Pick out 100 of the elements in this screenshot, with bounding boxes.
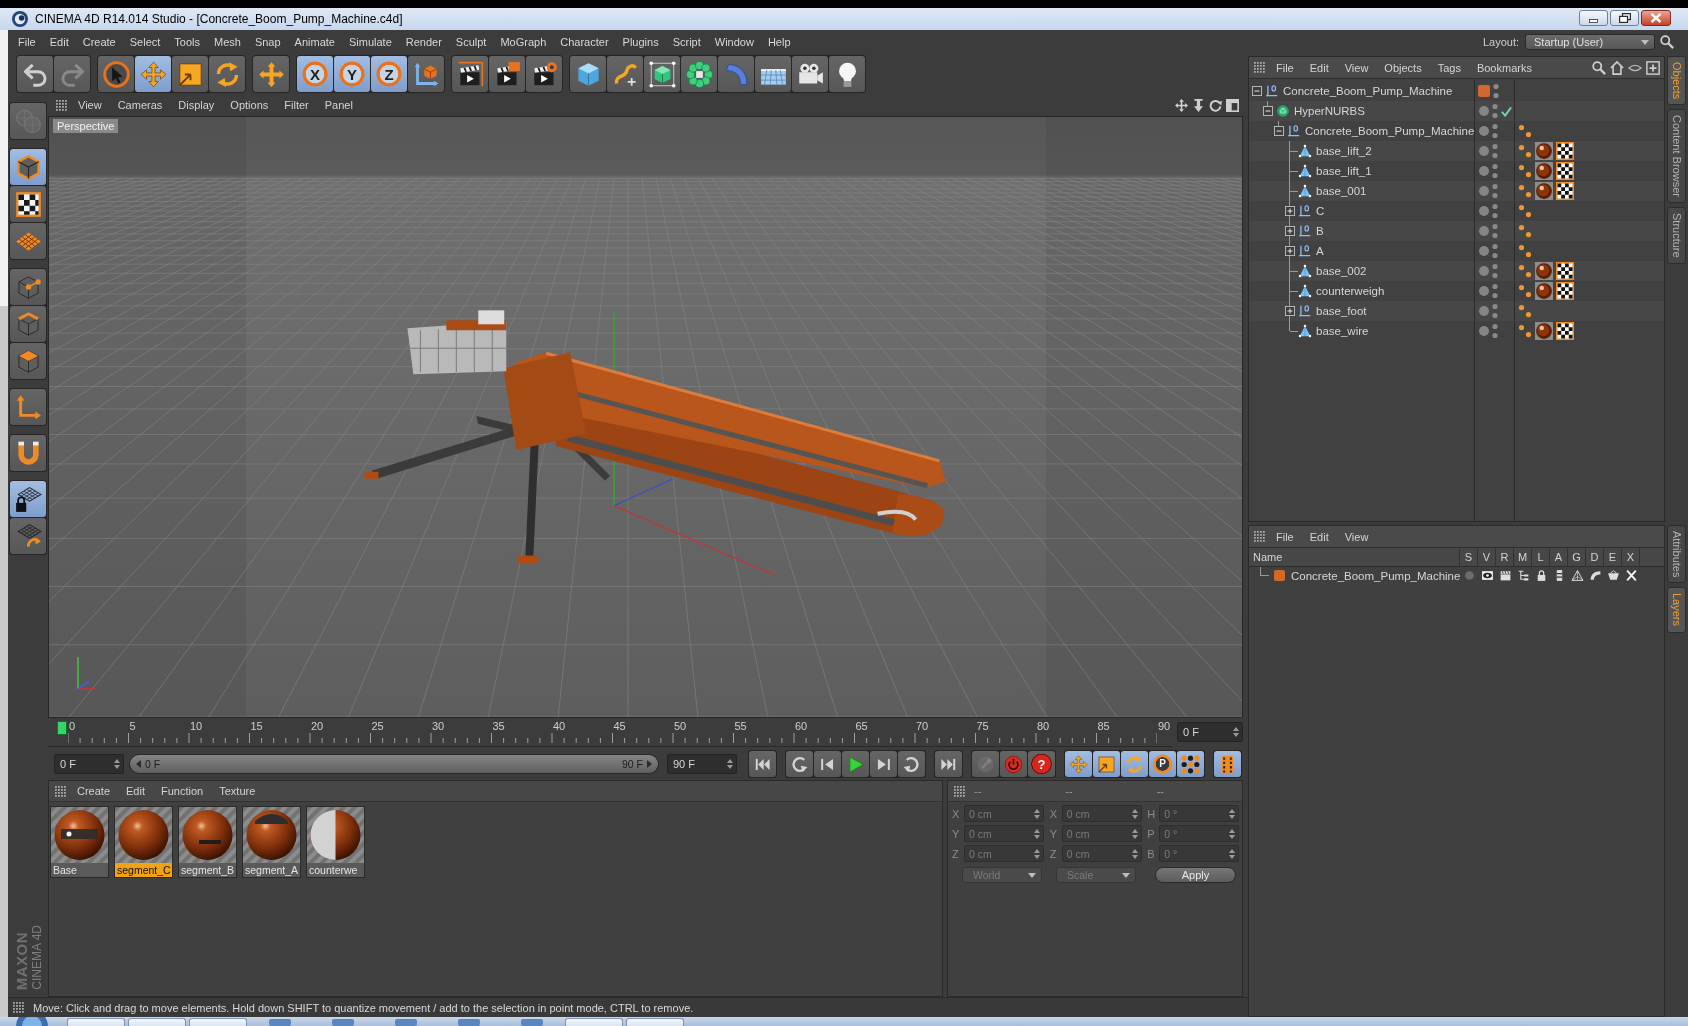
layer-dot-icon[interactable]: [1479, 246, 1489, 256]
subdivision-button[interactable]: [644, 56, 680, 92]
menu-item[interactable]: Tools: [167, 36, 207, 48]
menu-item[interactable]: Simulate: [341, 36, 399, 48]
visibility-dots-icon[interactable]: [1492, 203, 1498, 219]
menu-item[interactable]: Script: [665, 36, 708, 48]
phong-tag-icon[interactable]: [1518, 164, 1532, 178]
model-mode-button[interactable]: [10, 149, 46, 185]
material-tile[interactable]: segment_B: [178, 806, 237, 878]
side-tab[interactable]: Objects: [1667, 56, 1686, 106]
selection-tool-button[interactable]: [98, 56, 134, 92]
menu-item[interactable]: Create: [69, 785, 119, 797]
side-tab[interactable]: Structure: [1667, 207, 1686, 264]
menu-item[interactable]: Tags: [1429, 61, 1469, 74]
menu-item[interactable]: View: [1336, 61, 1377, 74]
phong-tag-icon[interactable]: [1518, 144, 1532, 158]
menu-item[interactable]: Window: [707, 36, 761, 48]
material-tile[interactable]: segment_C: [114, 806, 173, 878]
phong-tag-icon[interactable]: [1518, 324, 1532, 338]
layer-dot-icon[interactable]: [1479, 306, 1489, 316]
menu-item[interactable]: Edit: [1301, 530, 1337, 543]
menu-item[interactable]: Panel: [316, 99, 361, 111]
view-layout-icon[interactable]: [1226, 98, 1239, 112]
layer-row[interactable]: Concrete_Boom_Pump_Machine: [1249, 567, 1664, 584]
layer-dot-icon[interactable]: [1479, 286, 1489, 296]
spin-arrows-icon[interactable]: [727, 759, 733, 769]
render-picture-button[interactable]: [489, 56, 525, 92]
tool-button[interactable]: [253, 56, 289, 92]
column-header[interactable]: V: [1478, 548, 1496, 566]
object-row[interactable]: base_lift_1: [1249, 161, 1664, 181]
column-header[interactable]: G: [1568, 548, 1586, 566]
layer-dot-icon[interactable]: [1479, 106, 1489, 116]
workplane-lock-button[interactable]: [10, 481, 46, 517]
menu-item[interactable]: Animate: [287, 36, 342, 48]
taskbar-button[interactable]: [128, 1018, 186, 1026]
clapperboard-icon[interactable]: [1498, 569, 1512, 582]
menu-item[interactable]: File: [1268, 530, 1302, 543]
key-pla-button[interactable]: [1177, 751, 1204, 777]
key-scale-button[interactable]: [1093, 751, 1120, 777]
start-button-icon[interactable]: [16, 1017, 48, 1026]
menu-item[interactable]: Function: [153, 785, 212, 797]
column-header[interactable]: A: [1550, 548, 1568, 566]
visibility-dots-icon[interactable]: [1493, 83, 1499, 99]
menu-item[interactable]: Edit: [42, 36, 76, 48]
visibility-dots-icon[interactable]: [1492, 263, 1498, 279]
material-tag-icon[interactable]: [1535, 282, 1553, 300]
axis-lock-button[interactable]: Z: [371, 56, 407, 92]
search-icon[interactable]: [1660, 35, 1674, 49]
phong-tag-icon[interactable]: [1518, 244, 1532, 258]
object-row[interactable]: base_foot: [1249, 301, 1664, 321]
expand-toggle-icon[interactable]: [1263, 106, 1273, 116]
texture-tag-icon[interactable]: [1556, 162, 1574, 180]
visibility-dots-icon[interactable]: [1492, 303, 1498, 319]
object-row[interactable]: base_lift_2: [1249, 141, 1664, 161]
taskbar-button[interactable]: [565, 1018, 623, 1026]
object-row[interactable]: B: [1249, 221, 1664, 241]
column-header[interactable]: X: [1622, 548, 1640, 566]
home-icon[interactable]: [1610, 60, 1624, 75]
grip-icon[interactable]: [1254, 531, 1265, 542]
texture-tag-icon[interactable]: [1556, 322, 1574, 340]
solo-dot-icon[interactable]: [1462, 569, 1476, 582]
phong-tag-icon[interactable]: [1518, 124, 1532, 138]
layout-dropdown[interactable]: Startup (User): [1525, 34, 1655, 50]
phong-tag-icon[interactable]: [1518, 184, 1532, 198]
layer-dot-icon[interactable]: [1479, 206, 1489, 216]
go-to-start-button[interactable]: [749, 751, 776, 777]
rotate-tool-button[interactable]: [209, 56, 245, 92]
material-tag-icon[interactable]: [1535, 262, 1553, 280]
render-settings-button[interactable]: [526, 56, 562, 92]
grip-icon[interactable]: [1254, 62, 1265, 73]
zoom-arrow-icon[interactable]: [1192, 98, 1205, 112]
menu-item[interactable]: Create: [75, 36, 123, 48]
menu-item[interactable]: Texture: [211, 785, 264, 797]
bent-shape-icon[interactable]: [1588, 569, 1602, 582]
expand-toggle-icon[interactable]: [1274, 126, 1284, 136]
visibility-dots-icon[interactable]: [1492, 323, 1498, 339]
expand-toggle-icon[interactable]: [1285, 246, 1295, 256]
new-window-icon[interactable]: [1646, 60, 1660, 75]
grip-icon[interactable]: [55, 785, 66, 797]
current-frame-field[interactable]: 0 F: [1177, 722, 1243, 742]
layer-color-swatch[interactable]: [1478, 85, 1490, 97]
expand-toggle-icon[interactable]: [1285, 306, 1295, 316]
next-key-button[interactable]: [898, 751, 925, 777]
object-row[interactable]: Concrete_Boom_Pump_Machine: [1249, 121, 1664, 141]
render-view-button[interactable]: [452, 56, 488, 92]
workplane-align-button[interactable]: [10, 518, 46, 554]
menu-item[interactable]: Help: [760, 36, 798, 48]
visibility-dots-icon[interactable]: [1492, 223, 1498, 239]
material-tag-icon[interactable]: [1535, 142, 1553, 160]
texture-tag-icon[interactable]: [1556, 182, 1574, 200]
coordinate-system-button[interactable]: [408, 56, 444, 92]
menu-item[interactable]: Objects: [1376, 61, 1430, 74]
snap-button[interactable]: [10, 435, 46, 471]
scale-tool-button[interactable]: [172, 56, 208, 92]
object-row[interactable]: C: [1249, 201, 1664, 221]
close-button[interactable]: [1641, 10, 1671, 26]
layer-dot-icon[interactable]: [1479, 226, 1489, 236]
material-tile[interactable]: segment_A: [242, 806, 301, 878]
object-row[interactable]: base_001: [1249, 181, 1664, 201]
spline-button[interactable]: [607, 56, 643, 92]
